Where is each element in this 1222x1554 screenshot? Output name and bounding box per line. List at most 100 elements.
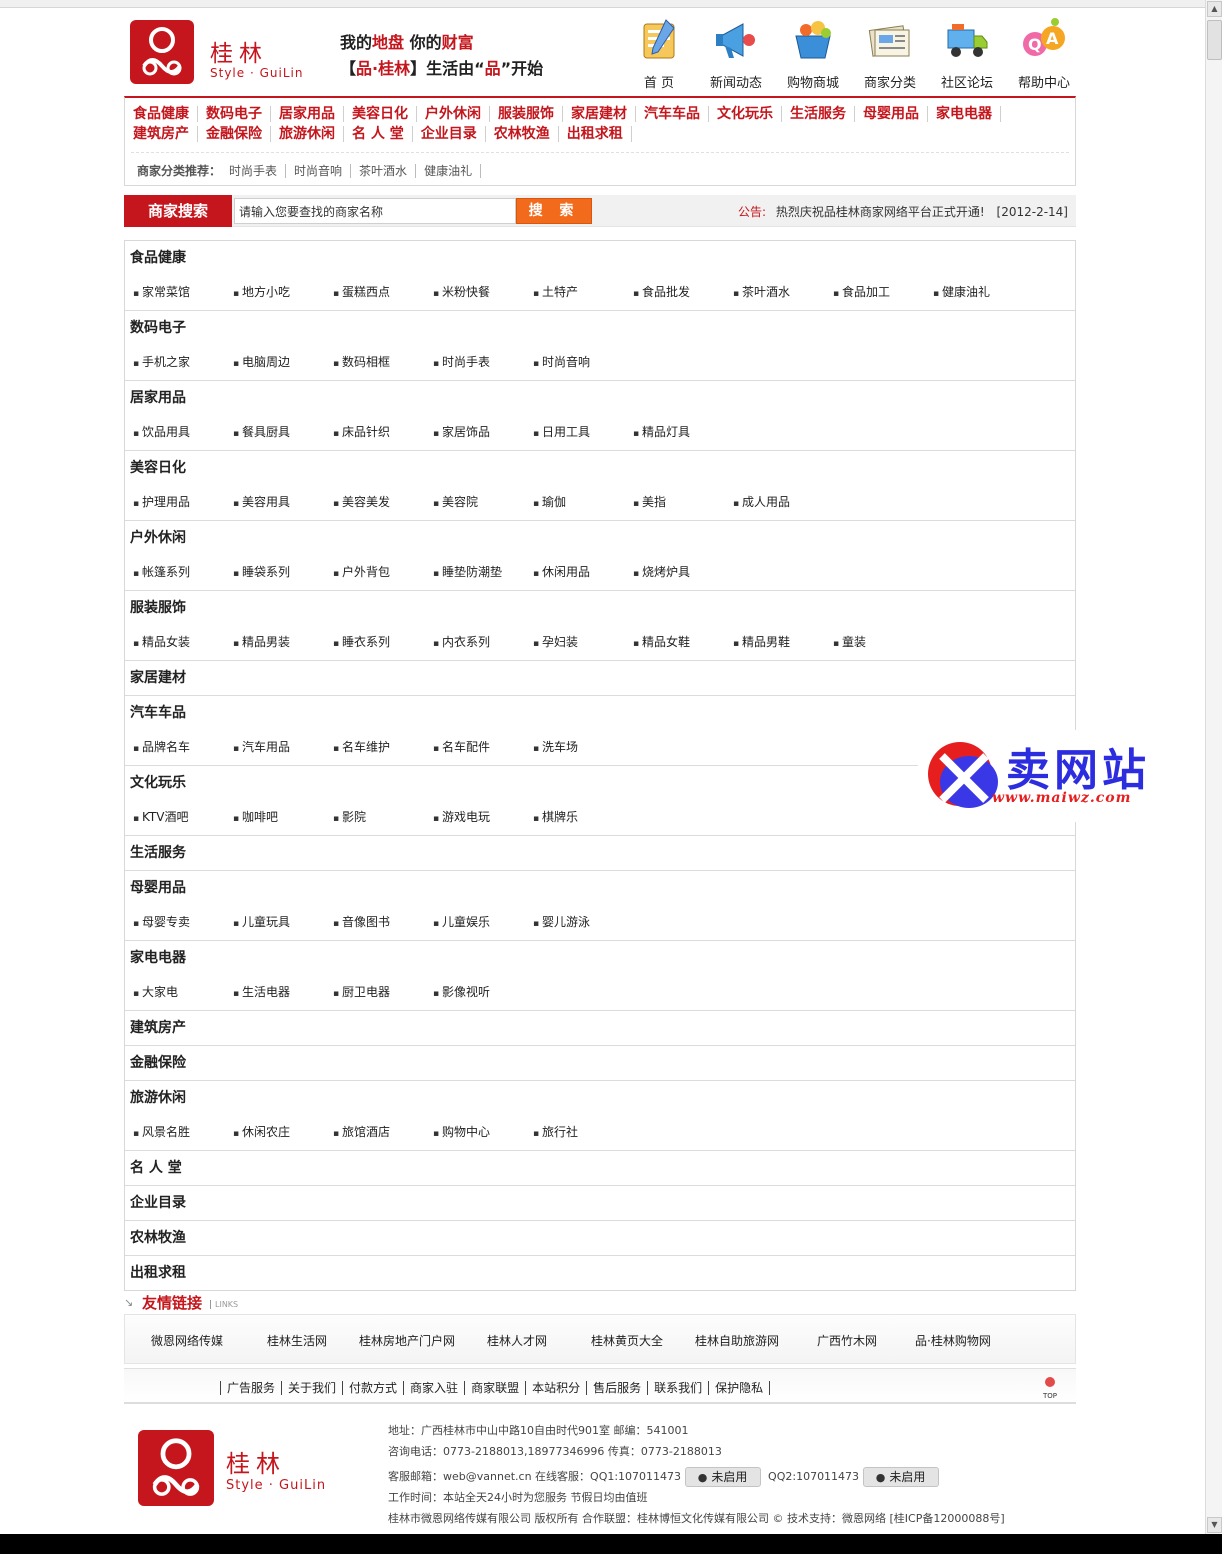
subcategory-link[interactable]: 电脑周边 (233, 353, 333, 370)
category-section-title[interactable]: 生活服务 (125, 836, 1075, 870)
subcategory-link[interactable]: 儿童娱乐 (433, 913, 533, 930)
subcategory-link[interactable]: 婴儿游泳 (533, 913, 633, 930)
category-link[interactable]: 食品健康 (133, 106, 198, 122)
footer-link[interactable]: 关于我们 (281, 1381, 343, 1395)
subcategory-link[interactable]: 音像图书 (333, 913, 433, 930)
nav-home[interactable]: 首 页 (624, 16, 694, 94)
category-section-title[interactable]: 食品健康 (125, 241, 1075, 275)
category-link[interactable]: 数码电子 (206, 106, 271, 122)
subcategory-link[interactable]: 时尚手表 (433, 353, 533, 370)
subcategory-link[interactable]: 美指 (633, 493, 733, 510)
category-section-title[interactable]: 建筑房产 (125, 1011, 1075, 1045)
search-input[interactable] (234, 198, 516, 224)
footer-link[interactable]: 广告服务 (220, 1381, 282, 1395)
category-section-title[interactable]: 居家用品 (125, 381, 1075, 415)
subcategory-link[interactable]: 茶叶酒水 (733, 283, 833, 300)
footer-link[interactable]: 商家联盟 (464, 1381, 526, 1395)
category-link[interactable]: 文化玩乐 (717, 106, 782, 122)
subcategory-link[interactable]: 棋牌乐 (533, 808, 633, 825)
nav-news[interactable]: 新闻动态 (701, 16, 771, 94)
subcategory-link[interactable]: 游戏电玩 (433, 808, 533, 825)
subcategory-link[interactable]: 家居饰品 (433, 423, 533, 440)
back-to-top-button[interactable]: TOP (1038, 1377, 1062, 1400)
subcategory-link[interactable]: 日用工具 (533, 423, 633, 440)
subcategory-link[interactable]: 影院 (333, 808, 433, 825)
nav-help[interactable]: QA 帮助中心 (1009, 16, 1079, 94)
subcategory-link[interactable]: 儿童玩具 (233, 913, 333, 930)
subcategory-link[interactable]: 手机之家 (133, 353, 233, 370)
subcategory-link[interactable]: 精品灯具 (633, 423, 733, 440)
category-link[interactable]: 母婴用品 (863, 106, 928, 122)
subcategory-link[interactable]: 食品批发 (633, 283, 733, 300)
category-section-title[interactable]: 农林牧渔 (125, 1221, 1075, 1255)
vertical-scrollbar[interactable]: ▲ ▼ (1205, 0, 1222, 1534)
category-link[interactable]: 旅游休闲 (279, 126, 344, 142)
subcategory-link[interactable]: 精品男鞋 (733, 633, 833, 650)
notice-link[interactable]: 热烈庆祝品桂林商家网络平台正式开通! (776, 205, 985, 219)
category-section-title[interactable]: 旅游休闲 (125, 1081, 1075, 1115)
category-section-title[interactable]: 汽车车品 (125, 696, 1075, 730)
footer-link[interactable]: 商家入驻 (403, 1381, 465, 1395)
category-section-title[interactable]: 数码电子 (125, 311, 1075, 345)
friend-link[interactable]: 品·桂林购物网 (915, 1332, 991, 1349)
subcategory-link[interactable]: 美容美发 (333, 493, 433, 510)
recommend-link[interactable]: 时尚音响 (286, 164, 352, 178)
category-section-title[interactable]: 家电电器 (125, 941, 1075, 975)
subcategory-link[interactable]: 成人用品 (733, 493, 833, 510)
subcategory-link[interactable]: 家常菜馆 (133, 283, 233, 300)
subcategory-link[interactable]: 购物中心 (433, 1123, 533, 1140)
subcategory-link[interactable]: 名车维护 (333, 738, 433, 755)
subcategory-link[interactable]: 内衣系列 (433, 633, 533, 650)
subcategory-link[interactable]: 床品针织 (333, 423, 433, 440)
subcategory-link[interactable]: 餐具厨具 (233, 423, 333, 440)
footer-link[interactable]: 付款方式 (342, 1381, 404, 1395)
scroll-up-icon[interactable]: ▲ (1207, 1, 1222, 17)
subcategory-link[interactable]: 健康油礼 (933, 283, 1033, 300)
category-link[interactable]: 出租求租 (567, 126, 632, 142)
site-logo[interactable]: 桂林 Style · GuiLin (130, 20, 315, 86)
subcategory-link[interactable]: 睡衣系列 (333, 633, 433, 650)
category-link[interactable]: 家电电器 (936, 106, 1001, 122)
friend-link[interactable]: 广西竹木网 (817, 1332, 877, 1349)
subcategory-link[interactable]: 生活电器 (233, 983, 333, 1000)
subcategory-link[interactable]: 大家电 (133, 983, 233, 1000)
category-link[interactable]: 户外休闲 (425, 106, 490, 122)
nav-forum[interactable]: 社区论坛 (932, 16, 1002, 94)
category-link[interactable]: 农林牧渔 (494, 126, 559, 142)
qq2-status-button[interactable]: 未启用 (862, 1467, 939, 1487)
subcategory-link[interactable]: 汽车用品 (233, 738, 333, 755)
category-link[interactable]: 汽车车品 (644, 106, 709, 122)
category-link[interactable]: 美容日化 (352, 106, 417, 122)
category-section-title[interactable]: 金融保险 (125, 1046, 1075, 1080)
category-section-title[interactable]: 企业目录 (125, 1186, 1075, 1220)
category-section-title[interactable]: 家居建材 (125, 661, 1075, 695)
subcategory-link[interactable]: 烧烤炉具 (633, 563, 733, 580)
subcategory-link[interactable]: 食品加工 (833, 283, 933, 300)
subcategory-link[interactable]: 帐篷系列 (133, 563, 233, 580)
subcategory-link[interactable]: 童装 (833, 633, 933, 650)
category-link[interactable]: 生活服务 (790, 106, 855, 122)
subcategory-link[interactable]: KTV酒吧 (133, 808, 233, 825)
category-section-title[interactable]: 美容日化 (125, 451, 1075, 485)
footer-link[interactable]: 保护隐私 (708, 1381, 771, 1395)
subcategory-link[interactable]: 旅行社 (533, 1123, 633, 1140)
footer-link[interactable]: 本站积分 (525, 1381, 587, 1395)
subcategory-link[interactable]: 休闲农庄 (233, 1123, 333, 1140)
subcategory-link[interactable]: 时尚音响 (533, 353, 633, 370)
nav-merchants[interactable]: 商家分类 (855, 16, 925, 94)
subcategory-link[interactable]: 美容院 (433, 493, 533, 510)
subcategory-link[interactable]: 瑜伽 (533, 493, 633, 510)
subcategory-link[interactable]: 户外背包 (333, 563, 433, 580)
friend-link[interactable]: 桂林自助旅游网 (695, 1332, 779, 1349)
category-link[interactable]: 名 人 堂 (352, 126, 413, 142)
subcategory-link[interactable]: 睡袋系列 (233, 563, 333, 580)
category-section-title[interactable]: 户外休闲 (125, 521, 1075, 555)
subcategory-link[interactable]: 精品女装 (133, 633, 233, 650)
subcategory-link[interactable]: 厨卫电器 (333, 983, 433, 1000)
friend-link[interactable]: 桂林人才网 (487, 1332, 547, 1349)
category-section-title[interactable]: 名 人 堂 (125, 1151, 1075, 1185)
subcategory-link[interactable]: 蛋糕西点 (333, 283, 433, 300)
recommend-link[interactable]: 时尚手表 (221, 164, 287, 178)
subcategory-link[interactable]: 咖啡吧 (233, 808, 333, 825)
category-link[interactable]: 建筑房产 (133, 126, 198, 142)
